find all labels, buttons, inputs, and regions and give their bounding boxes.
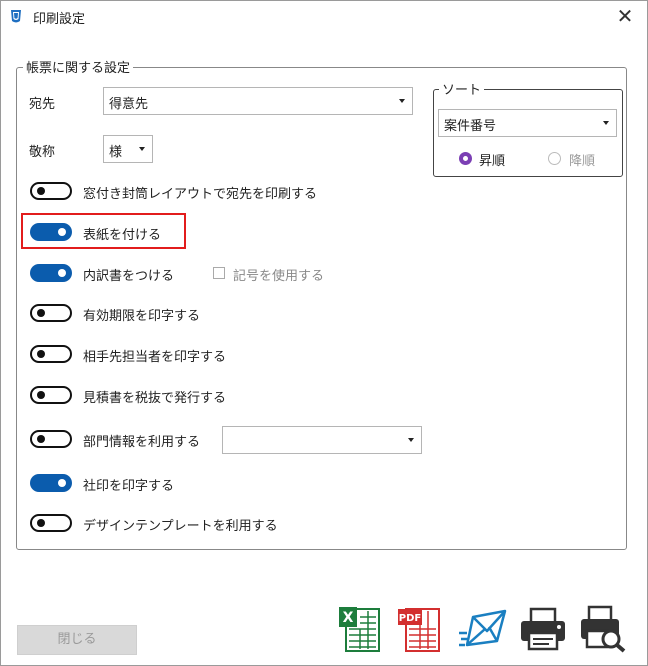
option-toggle[interactable] xyxy=(30,182,72,200)
ascending-label: 昇順 xyxy=(479,154,506,169)
option-toggle[interactable] xyxy=(30,304,72,322)
option-toggle[interactable] xyxy=(30,430,72,448)
pdf-icon-text: PDF xyxy=(399,613,421,624)
honorific-select[interactable]: 様 xyxy=(103,135,153,163)
close-button[interactable]: 閉じる xyxy=(17,625,137,655)
option-label: 部門情報を利用する xyxy=(83,435,201,450)
option-toggle[interactable] xyxy=(30,264,72,282)
chevron-down-icon xyxy=(603,121,609,125)
pdf-export-icon[interactable]: PDF xyxy=(397,605,441,653)
toggle-knob xyxy=(58,269,66,277)
print-settings-window: 印刷設定 ✕ 帳票に関する設定 宛先 得意先 敬称 様 ソート 案件番号 昇順 … xyxy=(0,0,648,666)
toggle-knob xyxy=(37,309,45,317)
toggle-knob xyxy=(37,435,45,443)
print-preview-icon[interactable] xyxy=(579,605,627,653)
chevron-down-icon xyxy=(399,99,405,103)
close-icon[interactable]: ✕ xyxy=(613,4,637,28)
option-label: デザインテンプレートを利用する xyxy=(83,519,278,534)
sort-field-select[interactable]: 案件番号 xyxy=(438,109,617,137)
option-toggle[interactable] xyxy=(30,386,72,404)
ascending-radio[interactable] xyxy=(459,152,472,165)
destination-select[interactable]: 得意先 xyxy=(103,87,413,115)
group-legend: 帳票に関する設定 xyxy=(23,57,134,76)
window-title: 印刷設定 xyxy=(33,12,86,27)
honorific-label: 敬称 xyxy=(29,145,56,160)
descending-label: 降順 xyxy=(569,154,596,169)
highlight-box xyxy=(21,213,186,249)
chevron-down-icon xyxy=(408,438,414,442)
honorific-value: 様 xyxy=(109,145,123,160)
toggle-knob xyxy=(37,391,45,399)
app-logo-icon xyxy=(11,10,21,23)
option-label: 社印を印字する xyxy=(83,479,175,494)
destination-label: 宛先 xyxy=(29,97,56,112)
title-bar: 印刷設定 ✕ xyxy=(1,1,647,33)
option-toggle[interactable] xyxy=(30,345,72,363)
option-label: 有効期限を印字する xyxy=(83,309,201,324)
toggle-knob xyxy=(37,519,45,527)
toggle-knob xyxy=(37,350,45,358)
excel-icon-letter: X xyxy=(343,610,354,626)
printer-icon[interactable] xyxy=(519,605,567,653)
toggle-knob xyxy=(37,187,45,195)
option-toggle[interactable] xyxy=(30,474,72,492)
option-label: 窓付き封筒レイアウトで宛先を印刷する xyxy=(83,187,318,202)
symbol-checkbox-label: 記号を使用する xyxy=(233,269,325,284)
chevron-down-icon xyxy=(139,147,145,151)
sort-legend: ソート xyxy=(439,79,485,98)
excel-export-icon[interactable]: X xyxy=(337,605,381,653)
destination-value: 得意先 xyxy=(109,97,149,112)
department-select[interactable] xyxy=(222,426,422,454)
option-label: 内訳書をつける xyxy=(83,269,175,284)
mail-send-icon[interactable] xyxy=(457,605,509,653)
sort-field-value: 案件番号 xyxy=(444,119,497,134)
toggle-knob xyxy=(58,479,66,487)
option-toggle[interactable] xyxy=(30,514,72,532)
option-label: 相手先担当者を印字する xyxy=(83,350,227,365)
option-label: 見積書を税抜で発行する xyxy=(83,391,227,406)
descending-radio[interactable] xyxy=(548,152,561,165)
symbol-checkbox[interactable] xyxy=(213,267,225,279)
